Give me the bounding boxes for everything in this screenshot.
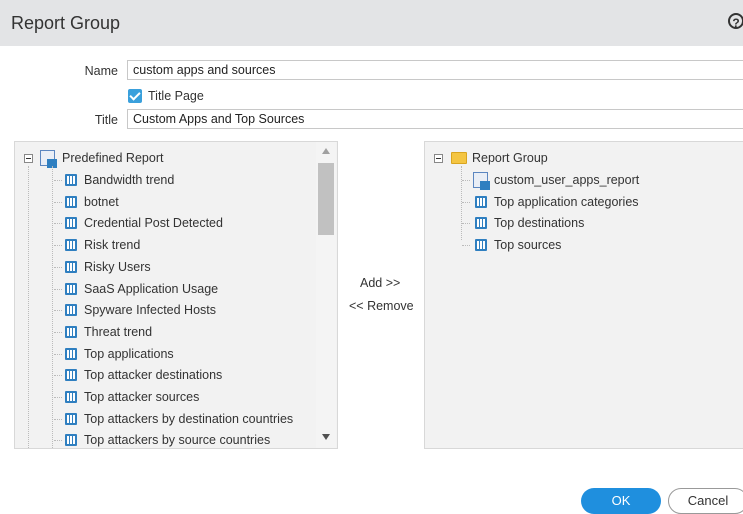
collapse-icon[interactable] xyxy=(434,154,443,163)
report-icon xyxy=(65,391,77,403)
folder-icon xyxy=(451,152,467,164)
tree-connector xyxy=(54,180,62,181)
help-icon[interactable]: ? xyxy=(728,13,743,30)
tree-connector xyxy=(54,288,62,290)
tree-item[interactable]: Risk trend xyxy=(84,235,140,255)
tree-connector xyxy=(54,223,62,225)
report-group-icon xyxy=(40,150,57,168)
report-icon xyxy=(65,282,77,295)
tree-item[interactable]: Bandwidth trend xyxy=(84,170,174,190)
report-icon xyxy=(65,174,77,186)
title-field[interactable]: Custom Apps and Top Sources xyxy=(127,109,743,129)
tree-connector xyxy=(54,375,62,377)
tree-item[interactable]: botnet xyxy=(84,192,119,212)
report-icon xyxy=(65,347,77,360)
report-icon xyxy=(65,434,77,447)
ok-button[interactable]: OK xyxy=(581,488,661,514)
tree-item[interactable]: Spyware Infected Hosts xyxy=(84,300,216,320)
report-icon xyxy=(65,239,77,252)
scroll-up-icon[interactable] xyxy=(322,148,330,154)
tree-root-report-group[interactable]: Report Group xyxy=(472,148,548,168)
tree-connector xyxy=(54,201,62,203)
tree-connector xyxy=(461,166,462,240)
tree-connector xyxy=(52,166,53,448)
dialog-titlebar: Report Group ? xyxy=(0,0,743,46)
scroll-down-icon[interactable] xyxy=(322,434,330,440)
tree-item[interactable]: Top destinations xyxy=(494,213,584,233)
tree-connector xyxy=(54,245,62,247)
tree-item[interactable]: Threat trend xyxy=(84,322,152,342)
report-icon xyxy=(65,412,77,425)
report-icon xyxy=(475,195,487,208)
tree-connector xyxy=(462,201,470,203)
tree-item[interactable]: Credential Post Detected xyxy=(84,213,223,233)
report-icon xyxy=(65,260,77,273)
dialog-title: Report Group xyxy=(11,13,121,33)
report-icon xyxy=(475,239,487,252)
tree-connector xyxy=(54,310,62,312)
tree-connector xyxy=(54,331,62,333)
tree-item[interactable]: Risky Users xyxy=(84,257,151,277)
tree-connector xyxy=(54,418,62,420)
title-label: Title xyxy=(94,113,118,127)
cancel-button[interactable]: Cancel xyxy=(668,488,743,514)
report-icon xyxy=(65,369,77,382)
report-icon xyxy=(65,217,77,230)
tree-root-predefined[interactable]: Predefined Report xyxy=(62,148,163,168)
report-icon xyxy=(65,195,77,208)
name-label: Name xyxy=(84,64,118,78)
tree-item[interactable]: SaaS Application Usage xyxy=(84,279,218,299)
report-icon xyxy=(65,304,77,317)
tree-item[interactable]: Top attacker sources xyxy=(84,387,199,407)
tree-connector xyxy=(462,223,470,225)
title-page-checkbox[interactable] xyxy=(128,89,142,103)
custom-report-icon xyxy=(473,172,490,190)
tree-item[interactable]: Top attacker destinations xyxy=(84,365,222,385)
tree-item[interactable]: Top sources xyxy=(494,235,561,255)
scroll-thumb[interactable] xyxy=(318,163,334,235)
tree-item[interactable]: Top attackers by destination countries xyxy=(84,409,293,429)
tree-item[interactable]: custom_user_apps_report xyxy=(494,170,639,190)
tree-connector xyxy=(54,266,62,268)
tree-connector xyxy=(462,180,470,181)
tree-item[interactable]: Top attackers by source countries xyxy=(84,430,270,450)
add-button[interactable]: Add >> xyxy=(360,276,400,290)
collapse-icon[interactable] xyxy=(24,154,33,163)
tree-connector xyxy=(54,440,62,442)
tree-item[interactable]: Top applications xyxy=(84,344,174,364)
tree-connector xyxy=(28,166,29,448)
left-scrollbar[interactable] xyxy=(316,142,336,448)
name-field[interactable]: custom apps and sources xyxy=(127,60,743,80)
report-icon xyxy=(475,217,487,230)
tree-connector xyxy=(54,353,62,355)
report-icon xyxy=(65,325,77,338)
tree-item[interactable]: Top application categories xyxy=(494,192,639,212)
tree-connector xyxy=(54,397,62,398)
title-page-label: Title Page xyxy=(148,89,204,103)
tree-connector xyxy=(462,245,470,247)
remove-button[interactable]: << Remove xyxy=(349,299,414,313)
